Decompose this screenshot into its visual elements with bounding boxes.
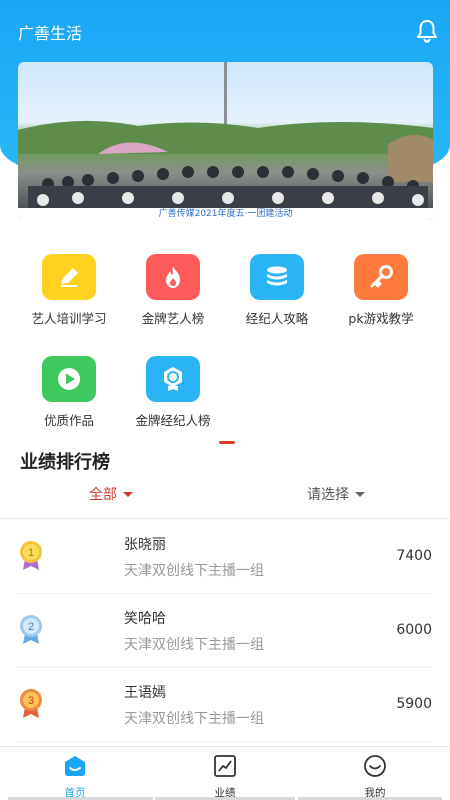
row-group: 天津双创线下主播一组 <box>124 637 264 653</box>
key-icon <box>354 254 408 300</box>
gold-medal-icon: 1 <box>20 541 42 570</box>
row-score: 6000 <box>396 622 432 638</box>
bronze-medal-icon: 3 <box>20 689 42 718</box>
pencil-icon <box>42 254 96 300</box>
banner-caption: 广善传媒2021年度五·一团建活动 <box>18 208 433 220</box>
ranking-row[interactable]: 1 张晓丽 天津双创线下主播一组 7400 <box>0 520 450 594</box>
home-icon <box>65 756 85 776</box>
smile-icon <box>364 755 386 777</box>
menu-label: 金牌艺人榜 <box>141 311 205 326</box>
row-divider <box>18 741 432 742</box>
menu-item-quality-works[interactable]: 优质作品 <box>14 356 124 429</box>
divider <box>0 518 450 519</box>
group-photo-banner <box>18 62 433 212</box>
menu-item-pk-game-tutorial[interactable]: pk游戏教学 <box>326 254 436 327</box>
filter-all-dropdown[interactable]: 全部 <box>89 484 133 504</box>
menu-label: 经纪人攻略 <box>245 311 309 326</box>
row-group: 天津双创线下主播一组 <box>124 711 264 727</box>
menu-label: 优质作品 <box>43 413 94 428</box>
chart-icon <box>214 755 236 777</box>
menu-item-artist-training[interactable]: 艺人培训学习 <box>14 254 124 327</box>
menu-label: 艺人培训学习 <box>31 311 107 326</box>
caret-down-icon <box>123 491 133 497</box>
tab-performance[interactable]: 业绩 <box>150 747 300 800</box>
silver-medal-icon: 2 <box>20 615 42 644</box>
play-icon <box>42 356 96 402</box>
caret-down-icon <box>355 491 365 497</box>
menu-item-gold-artist-ranking[interactable]: 金牌艺人榜 <box>118 254 228 327</box>
badge-icon <box>146 356 200 402</box>
tab-home[interactable]: 首页 <box>0 747 150 800</box>
svg-text:1: 1 <box>28 547 34 559</box>
banner-carousel[interactable]: 广善传媒2021年度五·一团建活动 <box>18 62 433 220</box>
row-name: 王语嫣 <box>124 685 166 701</box>
menu-label: pk游戏教学 <box>348 311 414 326</box>
section-indicator <box>219 441 235 444</box>
menu-item-gold-agent-ranking[interactable]: 金牌经纪人榜 <box>118 356 228 429</box>
section-title: 业绩排行榜 <box>20 452 110 473</box>
menu-label: 金牌经纪人榜 <box>135 413 211 428</box>
bottom-tab-bar: 首页 业绩 我的 <box>0 746 450 800</box>
row-score: 5900 <box>396 696 432 712</box>
ranking-row[interactable]: 3 王语嫣 天津双创线下主播一组 5900 <box>0 668 450 742</box>
svg-text:2: 2 <box>28 621 34 633</box>
row-name: 张晓丽 <box>124 537 166 553</box>
bell-icon[interactable] <box>414 18 440 44</box>
row-score: 7400 <box>396 548 432 564</box>
svg-text:3: 3 <box>28 695 34 707</box>
filter-all-label: 全部 <box>89 487 117 503</box>
ranking-row[interactable]: 2 笑哈哈 天津双创线下主播一组 6000 <box>0 594 450 668</box>
menu-item-agent-guide[interactable]: 经纪人攻略 <box>222 254 332 327</box>
flame-icon <box>146 254 200 300</box>
row-name: 笑哈哈 <box>124 611 166 627</box>
app-title: 广善生活 <box>18 24 83 43</box>
filter-select-dropdown[interactable]: 请选择 <box>307 484 365 504</box>
row-group: 天津双创线下主播一组 <box>124 563 264 579</box>
database-icon <box>250 254 304 300</box>
filter-select-label: 请选择 <box>307 487 349 503</box>
tab-mine[interactable]: 我的 <box>300 747 450 800</box>
